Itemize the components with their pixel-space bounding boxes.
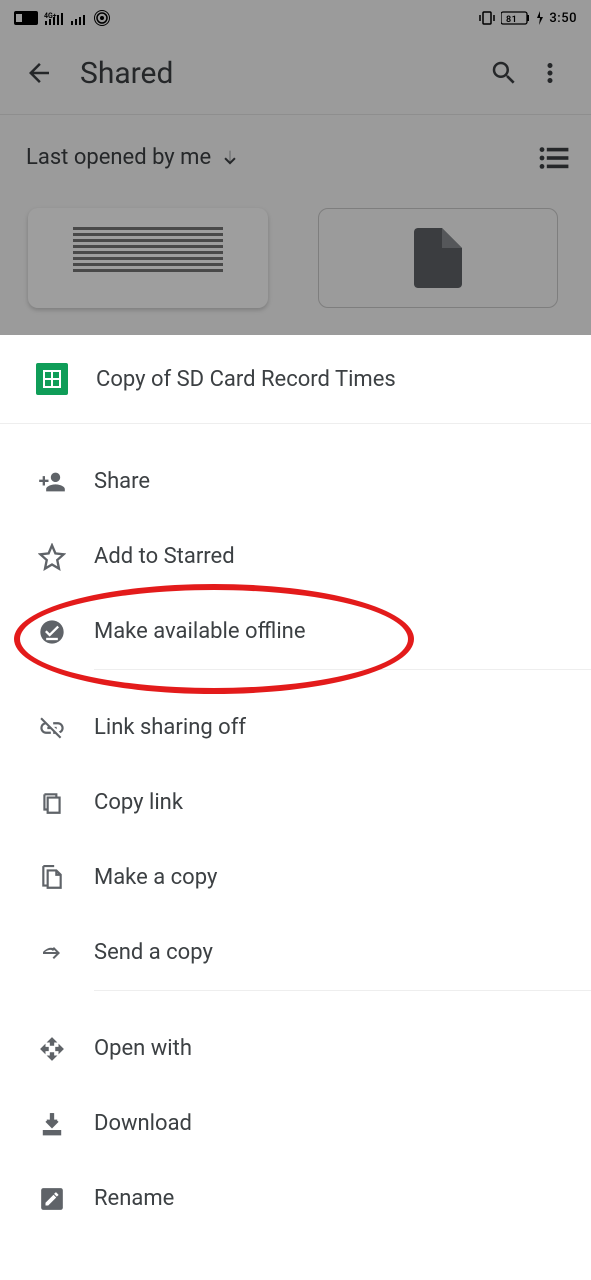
send-icon [38,941,66,965]
menu-label: Add to Starred [94,544,235,569]
offline-pin-icon [38,618,66,646]
menu-download[interactable]: Download [0,1086,591,1161]
menu-rename[interactable]: Rename [0,1161,591,1236]
menu-star[interactable]: Add to Starred [0,519,591,594]
menu-link-sharing[interactable]: Link sharing off [0,690,591,765]
menu-label: Open with [94,1036,192,1061]
hotspot-icon [94,10,110,26]
more-vert-icon [535,58,565,88]
more-button[interactable] [527,50,573,96]
search-button[interactable] [481,50,527,96]
bottom-sheet: Copy of SD Card Record Times Share Add t… [0,335,591,1236]
search-icon [489,58,519,88]
star-icon [38,543,66,571]
menu-share[interactable]: Share [0,444,591,519]
page-title: Shared [80,56,481,91]
svg-text:81: 81 [506,15,517,25]
file-icon [413,228,463,288]
menu-label: Make a copy [94,865,217,890]
open-with-icon [39,1036,65,1062]
signal-icon [70,11,88,25]
link-off-icon [37,714,67,742]
status-bar: 4G+ 81 3:50 [0,0,591,32]
file-card[interactable] [318,208,558,308]
rename-icon [39,1186,65,1212]
menu-label: Send a copy [94,940,213,965]
person-add-icon [38,468,66,496]
menu-label: Copy link [94,790,183,815]
menu-label: Make available offline [94,619,305,644]
menu-label: Link sharing off [94,715,246,740]
download-icon [39,1110,65,1138]
wifi-badge-icon [14,11,38,25]
sheet-header: Copy of SD Card Record Times [0,335,591,424]
sheet-file-title: Copy of SD Card Record Times [96,367,396,392]
status-time: 3:50 [549,11,577,26]
menu-copy-link[interactable]: Copy link [0,765,591,840]
arrow-down-icon [219,147,241,169]
sort-bar[interactable]: Last opened by me [0,114,591,186]
back-button[interactable] [18,52,60,94]
battery-icon: 81 [501,11,531,25]
menu-open-with[interactable]: Open with [0,1011,591,1086]
google-sheets-icon [36,363,68,395]
menu-label: Share [94,469,150,494]
menu-label: Rename [94,1186,174,1211]
list-view-button[interactable] [539,146,569,170]
menu-make-copy[interactable]: Make a copy [0,840,591,915]
charging-icon [536,11,544,25]
vibrate-icon [478,10,496,26]
menu-send-copy[interactable]: Send a copy [0,915,591,990]
copy-icon [39,789,65,817]
file-card[interactable] [28,208,268,308]
app-bar: Shared [0,32,591,114]
menu-offline[interactable]: Make available offline [0,594,591,669]
sort-label: Last opened by me [26,145,211,170]
file-copy-icon [39,863,65,893]
list-icon [539,146,569,170]
signal-4g-icon: 4G+ [44,11,64,25]
menu-label: Download [94,1111,192,1136]
